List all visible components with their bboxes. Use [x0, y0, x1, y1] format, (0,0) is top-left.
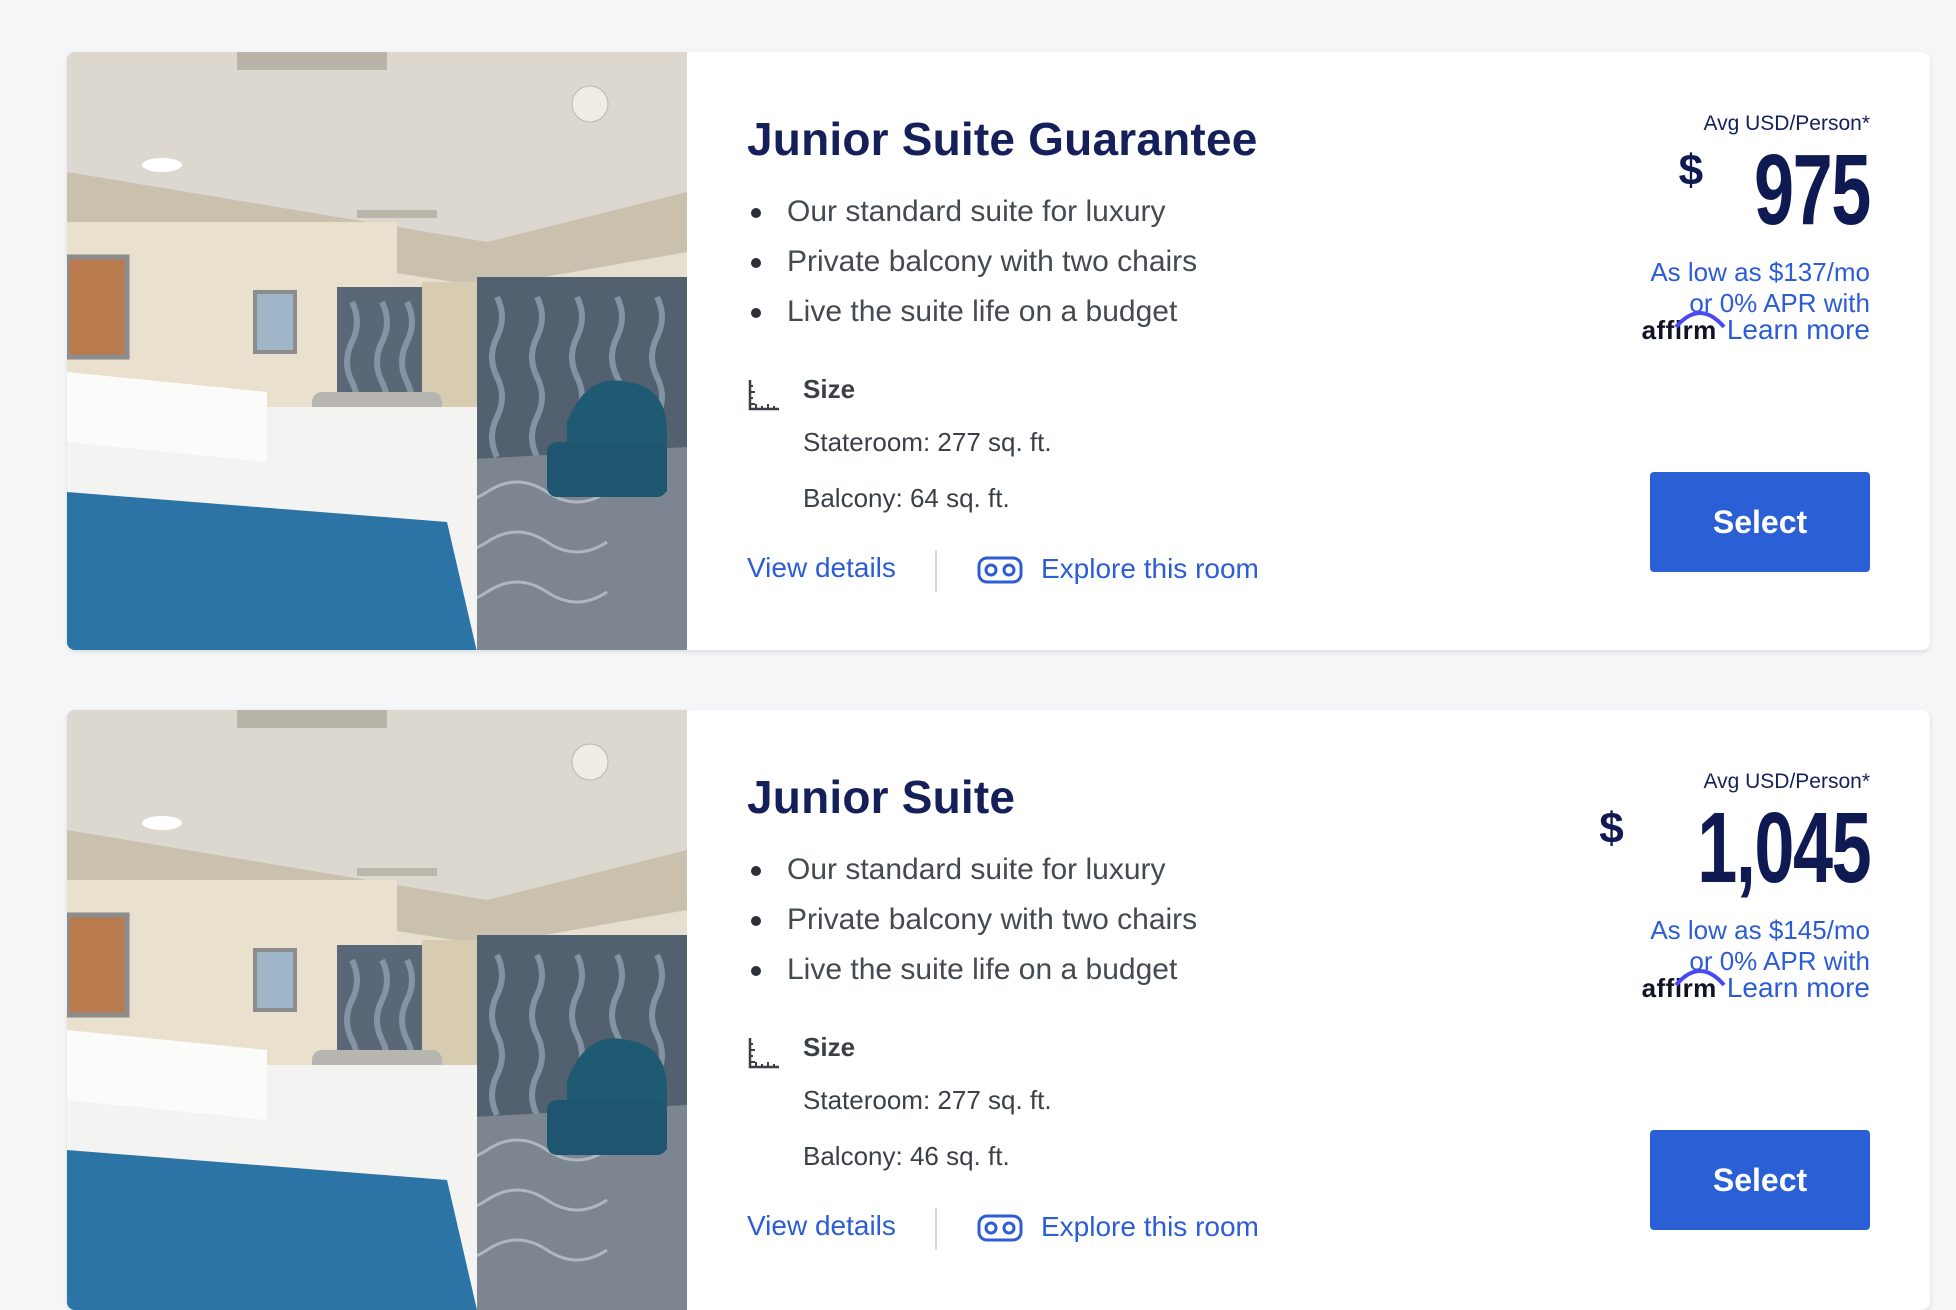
view-details-link[interactable]: View details	[747, 552, 896, 584]
link-divider	[935, 1208, 937, 1250]
feature-item: Live the suite life on a budget	[747, 287, 1197, 337]
balcony-size: Balcony: 46 sq. ft.	[803, 1141, 1010, 1171]
stateroom-image	[67, 710, 687, 1310]
feature-item: Private balcony with two chairs	[747, 895, 1197, 945]
vr-headset-icon[interactable]	[977, 1213, 1023, 1243]
room-title: Junior Suite Guarantee	[747, 113, 1258, 165]
ruler-icon	[748, 1038, 779, 1069]
price-label: Avg USD/Person*	[1703, 112, 1870, 135]
explore-room-link[interactable]: Explore this room	[1041, 553, 1259, 585]
affirm-logo: affirm	[1642, 311, 1726, 346]
affirm-arc-icon	[1674, 969, 1726, 987]
currency-symbol: $	[1599, 804, 1624, 853]
price: $1,045	[1599, 792, 1871, 904]
monthly-price: As low as $145/mo	[1650, 915, 1870, 945]
link-divider	[935, 550, 937, 592]
room-card: Junior Suite Guarantee Our standard suit…	[67, 52, 1930, 650]
affirm-row: affirm Learn more	[1642, 311, 1870, 346]
size-label: Size	[803, 374, 856, 404]
size-label: Size	[803, 1032, 856, 1062]
room-card: Junior Suite Our standard suite for luxu…	[67, 710, 1930, 1310]
affirm-arc-icon	[1674, 311, 1726, 329]
explore-room-link[interactable]: Explore this room	[1041, 1211, 1259, 1243]
price: $975	[1678, 134, 1872, 246]
stateroom-image	[67, 52, 687, 650]
price-amount: 1,045	[1697, 792, 1871, 904]
ruler-icon	[748, 380, 779, 411]
price-amount: 975	[1754, 134, 1871, 246]
learn-more-link[interactable]: Learn more	[1727, 314, 1870, 346]
select-button[interactable]: Select	[1650, 1130, 1870, 1230]
affirm-row: affirm Learn more	[1642, 969, 1870, 1004]
learn-more-link[interactable]: Learn more	[1727, 972, 1870, 1004]
feature-list: Our standard suite for luxury Private ba…	[747, 845, 1197, 995]
vr-headset-icon[interactable]	[977, 555, 1023, 585]
stateroom-size: Stateroom: 277 sq. ft.	[803, 427, 1052, 457]
currency-symbol: $	[1678, 146, 1704, 195]
select-button[interactable]: Select	[1650, 472, 1870, 572]
balcony-size: Balcony: 64 sq. ft.	[803, 483, 1010, 513]
price-label: Avg USD/Person*	[1703, 770, 1870, 793]
room-photo[interactable]	[67, 710, 687, 1310]
stateroom-size: Stateroom: 277 sq. ft.	[803, 1085, 1052, 1115]
feature-item: Our standard suite for luxury	[747, 845, 1197, 895]
feature-list: Our standard suite for luxury Private ba…	[747, 187, 1197, 337]
room-title: Junior Suite	[747, 771, 1016, 823]
view-details-link[interactable]: View details	[747, 1210, 896, 1242]
affirm-logo: affirm	[1642, 969, 1726, 1004]
feature-item: Private balcony with two chairs	[747, 237, 1197, 287]
feature-item: Our standard suite for luxury	[747, 187, 1197, 237]
monthly-price: As low as $137/mo	[1650, 257, 1870, 287]
room-photo[interactable]	[67, 52, 687, 650]
feature-item: Live the suite life on a budget	[747, 945, 1197, 995]
